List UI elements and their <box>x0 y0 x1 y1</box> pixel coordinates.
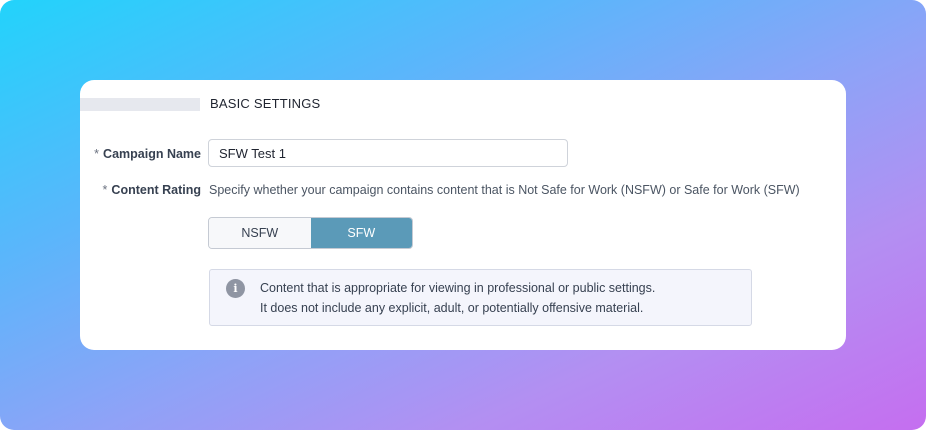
nsfw-option[interactable]: NSFW <box>209 218 311 248</box>
campaign-name-label-text: Campaign Name <box>103 147 201 161</box>
content-rating-label: * Content Rating <box>103 183 201 197</box>
required-marker: * <box>102 183 108 197</box>
campaign-name-input[interactable] <box>208 139 568 167</box>
section-accent-bar <box>80 98 200 111</box>
info-callout: i Content that is appropriate for viewin… <box>209 269 752 326</box>
campaign-name-label: * Campaign Name <box>94 147 201 161</box>
content-rating-toggle: NSFW SFW <box>208 217 413 249</box>
info-text-line-2: It does not include any explicit, adult,… <box>260 301 644 315</box>
sfw-option[interactable]: SFW <box>310 218 412 248</box>
info-text-line-1: Content that is appropriate for viewing … <box>260 281 656 295</box>
section-title: BASIC SETTINGS <box>210 96 321 111</box>
info-icon: i <box>226 279 245 298</box>
required-marker: * <box>94 147 100 161</box>
settings-card: BASIC SETTINGS *Campaign Name *Content R… <box>80 80 846 350</box>
content-rating-help-text: Specify whether your campaign contains c… <box>209 183 800 197</box>
gradient-background: BASIC SETTINGS *Campaign Name *Content R… <box>0 0 926 430</box>
content-rating-label-text: Content Rating <box>111 183 201 197</box>
